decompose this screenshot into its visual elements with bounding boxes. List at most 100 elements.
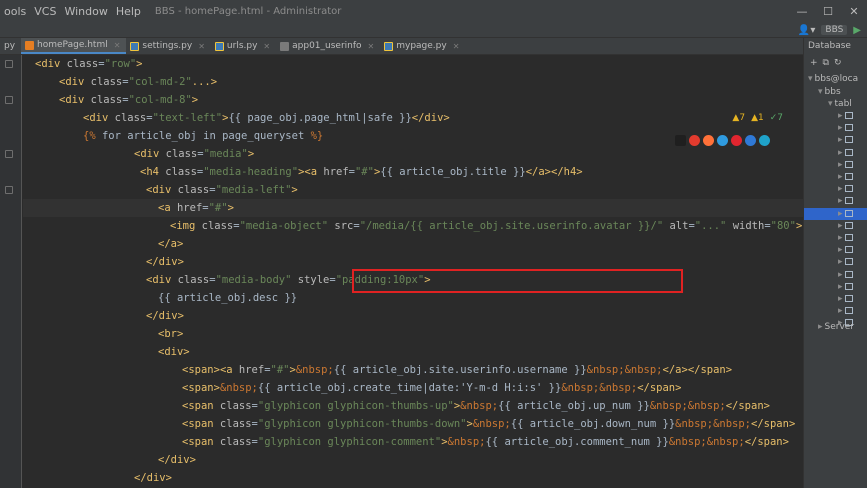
tab-py[interactable]: py — [0, 38, 21, 54]
close-icon[interactable]: ✕ — [453, 42, 460, 51]
code-line[interactable]: <a href="#"> — [158, 199, 234, 217]
code-line[interactable]: <div class="col-md-8"> — [59, 91, 198, 109]
menu-item-window[interactable]: Window — [60, 5, 111, 18]
code-line[interactable]: <div class="media"> — [134, 145, 254, 163]
tree-server-folder[interactable]: ▸ Server — [818, 321, 854, 333]
tree-table-item[interactable]: ▸ — [838, 159, 855, 171]
tree-table-item[interactable]: ▸ — [838, 281, 855, 293]
close-icon[interactable]: ✕ — [368, 42, 375, 51]
run-config-selector[interactable]: BBS — [821, 25, 848, 35]
tree-table-item[interactable]: ▸ — [838, 171, 855, 183]
table-icon — [844, 136, 853, 144]
tree-table-item[interactable]: ▸ — [838, 232, 855, 244]
editor-gutter[interactable] — [0, 55, 22, 488]
chrome-icon[interactable] — [689, 135, 700, 146]
opera-icon[interactable] — [731, 135, 742, 146]
menu-bar: ools VCS Window Help BBS - homePage.html… — [0, 0, 867, 22]
code-line[interactable]: <img class="media-object" src="/media/{{… — [170, 217, 802, 235]
code-line[interactable]: </div> — [158, 451, 196, 469]
close-icon[interactable]: ✕ — [198, 42, 205, 51]
table-icon — [844, 197, 853, 205]
fold-marker[interactable] — [5, 150, 13, 158]
code-line[interactable]: </a> — [158, 235, 183, 253]
table-icon — [844, 234, 853, 241]
tree-table-item[interactable]: ▸ — [838, 147, 855, 159]
close-icon[interactable]: ✕ — [114, 41, 121, 50]
code-line[interactable]: <span class="glyphicon glyphicon-comment… — [182, 433, 789, 451]
run-icon[interactable]: ▶ — [853, 25, 861, 36]
tree-table-item[interactable]: ▸ — [838, 305, 855, 317]
code-line[interactable]: <div class="text-left">{{ page_obj.page_… — [83, 109, 450, 127]
user-icon[interactable]: 👤▾ — [798, 25, 815, 36]
refresh-icon[interactable]: ↻ — [834, 58, 842, 68]
table-icon — [844, 173, 853, 180]
tab-app01-userinfo[interactable]: app01_userinfo ✕ — [276, 38, 380, 54]
tree-table-item[interactable]: ▸ — [804, 207, 867, 220]
fold-marker[interactable] — [5, 96, 13, 104]
table-icon — [844, 295, 853, 302]
close-button[interactable]: ✕ — [841, 5, 867, 18]
tree-table-item[interactable]: ▸ — [838, 122, 855, 134]
tab-label: urls.py — [226, 41, 258, 51]
tree-table-item[interactable]: ▸ — [838, 134, 855, 146]
code-line[interactable]: <div class="row"> — [35, 55, 143, 73]
code-line[interactable]: <h4 class="media-heading"><a href="#">{{… — [140, 163, 583, 181]
table-icon — [844, 160, 853, 168]
tree-table-item[interactable]: ▸ — [838, 244, 855, 256]
menu-item-help[interactable]: Help — [112, 5, 145, 18]
tree-tables-folder[interactable]: ▾ tabl — [828, 98, 852, 110]
tab-settings-py[interactable]: settings.py ✕ — [126, 38, 211, 54]
code-line[interactable]: {% for article_obj in page_queryset %} — [83, 127, 323, 145]
tab-label: py — [4, 41, 16, 51]
code-line[interactable]: <br> — [158, 325, 183, 343]
firefox-icon[interactable] — [703, 135, 714, 146]
code-line[interactable]: </div> — [146, 253, 184, 271]
code-line[interactable]: <div class="col-md-2"...> — [59, 73, 217, 91]
html-icon — [25, 40, 35, 50]
inspection-widget[interactable]: ▲7 ▲1 ✓7 — [732, 113, 783, 123]
code-line[interactable]: <span>&nbsp;{{ article_obj.create_time|d… — [182, 379, 681, 397]
table-icon — [844, 124, 853, 132]
tree-table-item[interactable]: ▸ — [838, 110, 855, 122]
code-editor[interactable]: <div class="row"> <div class="col-md-2"..… — [23, 55, 803, 488]
tree-table-item[interactable]: ▸ — [838, 183, 855, 195]
table-icon — [844, 258, 853, 266]
tree-table-item[interactable]: ▸ — [838, 269, 855, 281]
toolbar-right: 👤▾ BBS ▶ — [798, 22, 861, 38]
tree-schema[interactable]: ▾ bbs — [818, 86, 841, 98]
fold-marker[interactable] — [5, 60, 13, 68]
tab-homepage-html[interactable]: homePage.html ✕ — [21, 38, 127, 54]
menu-item-vcs[interactable]: VCS — [30, 5, 60, 18]
toolbar: 👤▾ BBS ▶ — [0, 22, 867, 38]
fold-marker[interactable] — [5, 186, 13, 194]
code-line[interactable]: <div class="media-left"> — [146, 181, 298, 199]
python-icon — [130, 41, 140, 51]
maximize-button[interactable]: ☐ — [815, 5, 841, 18]
code-line[interactable]: <span class="glyphicon glyphicon-thumbs-… — [182, 397, 770, 415]
code-line[interactable]: <span class="glyphicon glyphicon-thumbs-… — [182, 415, 795, 433]
minimize-button[interactable]: — — [789, 5, 815, 18]
tree-table-item[interactable]: ▸ — [838, 195, 855, 207]
tab-mypage-py[interactable]: mypage.py ✕ — [380, 38, 465, 54]
tab-urls-py[interactable]: urls.py ✕ — [211, 38, 276, 54]
python-icon — [214, 41, 224, 51]
table-icon — [844, 246, 853, 254]
add-icon[interactable]: + — [810, 58, 818, 68]
code-line[interactable]: {{ article_obj.desc }} — [158, 289, 297, 307]
close-icon[interactable]: ✕ — [263, 42, 270, 51]
code-line[interactable]: <span><a href="#">&nbsp;{{ article_obj.s… — [182, 361, 732, 379]
tree-table-item[interactable]: ▸ — [838, 293, 855, 305]
copy-icon[interactable]: ⧉ — [823, 58, 829, 68]
pycharm-icon[interactable] — [675, 135, 686, 146]
tree-datasource[interactable]: ▾ bbs@loca — [808, 73, 858, 85]
code-line[interactable]: </div> — [146, 307, 184, 325]
safari-icon[interactable] — [717, 135, 728, 146]
menu-item-tools[interactable]: ools — [0, 5, 30, 18]
code-line[interactable]: <div> — [158, 343, 190, 361]
browser-preview-icons — [675, 135, 770, 146]
code-line[interactable]: </div> — [134, 469, 172, 487]
tree-table-item[interactable]: ▸ — [838, 256, 855, 268]
edge-icon[interactable] — [759, 135, 770, 146]
ie-icon[interactable] — [745, 135, 756, 146]
tree-table-item[interactable]: ▸ — [838, 220, 855, 232]
